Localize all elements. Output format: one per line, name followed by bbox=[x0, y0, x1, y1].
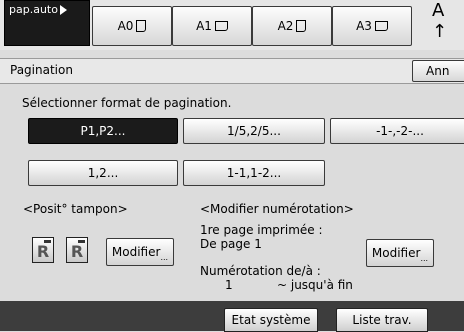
job-list-button[interactable]: Liste trav. bbox=[336, 308, 428, 332]
numbering-from: 1 bbox=[225, 278, 233, 292]
play-arrow-icon bbox=[59, 5, 67, 15]
portrait-page-icon bbox=[296, 20, 307, 32]
tray-a2-button[interactable]: A2 bbox=[252, 6, 332, 46]
numbering-to: ~ jusqu'à fin bbox=[277, 278, 353, 292]
paper-auto-label: pap.auto bbox=[9, 3, 58, 16]
ellipsis-icon: ... bbox=[420, 254, 429, 263]
stamp-top-left-icon: R bbox=[32, 237, 54, 263]
tray-a0-button[interactable]: A0 bbox=[92, 6, 172, 46]
format-numeric-button[interactable]: 1,2... bbox=[28, 160, 178, 186]
format-dash-button[interactable]: -1-,-2-... bbox=[330, 118, 464, 144]
first-page-value: De page 1 bbox=[200, 237, 262, 251]
paper-auto-button[interactable]: pap.auto bbox=[4, 0, 90, 46]
tray-a1-button[interactable]: A1 bbox=[172, 6, 252, 46]
renumber-modify-button[interactable]: Modifier... bbox=[366, 239, 434, 267]
ellipsis-icon: ... bbox=[160, 253, 169, 262]
instruction-text: Sélectionner format de pagination. bbox=[22, 96, 232, 110]
tray-a3-label: A3 bbox=[356, 19, 372, 33]
system-status-button[interactable]: Etat système bbox=[224, 308, 318, 332]
tray-a3-button[interactable]: A3 bbox=[332, 6, 412, 46]
numbering-label: Numérotation de/à : bbox=[200, 264, 321, 278]
tray-a0-label: A0 bbox=[117, 19, 134, 33]
portrait-page-icon bbox=[136, 20, 147, 32]
stamp-position-label: <Posit° tampon> bbox=[23, 202, 128, 216]
renumber-modify-label: Modifier bbox=[371, 246, 421, 260]
stamp-modify-label: Modifier bbox=[111, 245, 161, 259]
format-fraction-button[interactable]: 1/5,2/5... bbox=[183, 118, 325, 144]
tray-a1-label: A1 bbox=[196, 19, 212, 33]
stamp-top-right-icon: R bbox=[66, 237, 88, 263]
stamp-modify-button[interactable]: Modifier... bbox=[106, 238, 174, 266]
renumber-section-label: <Modifier numérotation> bbox=[200, 202, 354, 216]
page-title: Pagination bbox=[10, 63, 73, 77]
cut-off-tray-label: A ↑ bbox=[432, 0, 450, 42]
cancel-button[interactable]: Ann bbox=[412, 60, 464, 82]
landscape-page-icon bbox=[374, 21, 388, 31]
first-page-label: 1re page imprimée : bbox=[200, 223, 323, 237]
tray-a2-label: A2 bbox=[277, 19, 294, 33]
landscape-page-icon bbox=[214, 21, 228, 31]
format-p1-p2-button[interactable]: P1,P2... bbox=[28, 118, 178, 144]
format-chapter-button[interactable]: 1-1,1-2... bbox=[183, 160, 325, 186]
